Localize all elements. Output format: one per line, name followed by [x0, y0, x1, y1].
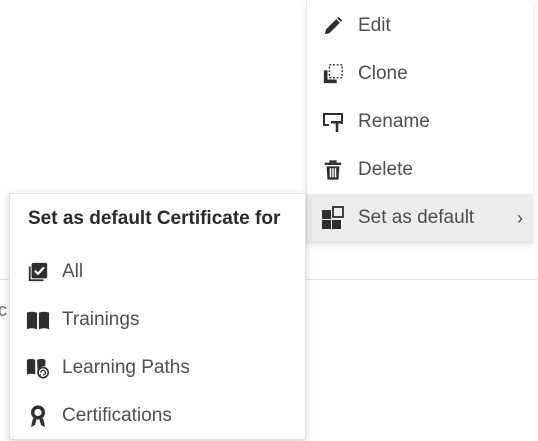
chevron-right-icon: ›	[517, 207, 523, 228]
submenu-title: Set as default Certificate for	[28, 208, 281, 229]
trash-icon	[321, 158, 345, 182]
checkbox-icon	[26, 260, 50, 284]
menu-item-label: Delete	[358, 159, 413, 180]
pencil-icon	[321, 14, 345, 38]
submenu-item-learning-paths[interactable]: Learning Paths	[10, 345, 305, 391]
menu-item-delete[interactable]: Delete	[307, 146, 533, 194]
book-icon	[26, 308, 50, 332]
submenu-item-label: All	[62, 261, 84, 282]
submenu-item-label: Learning Paths	[62, 357, 190, 378]
set-default-icon	[321, 206, 345, 230]
menu-item-clone[interactable]: Clone	[307, 50, 533, 98]
background-partial-text: c	[0, 300, 7, 320]
rename-icon	[321, 110, 345, 134]
menu-item-set-as-default[interactable]: Set as default ›	[307, 194, 533, 242]
clone-icon	[321, 62, 345, 86]
award-icon	[26, 404, 50, 428]
menu-item-label: Edit	[358, 15, 391, 36]
submenu-item-label: Trainings	[62, 309, 140, 330]
menu-item-label: Rename	[358, 111, 430, 132]
learning-path-icon	[26, 356, 50, 380]
menu-item-rename[interactable]: Rename	[307, 98, 533, 146]
menu-item-edit[interactable]: Edit	[307, 2, 533, 50]
submenu-item-all[interactable]: All	[10, 249, 305, 295]
context-menu: Edit Clone Rename Delete Set as default …	[306, 0, 533, 243]
submenu-item-label: Certifications	[62, 405, 172, 426]
submenu-item-trainings[interactable]: Trainings	[10, 297, 305, 343]
menu-item-label: Set as default	[358, 207, 475, 228]
menu-item-label: Clone	[358, 63, 408, 84]
submenu-item-certifications[interactable]: Certifications	[10, 393, 305, 439]
set-default-submenu: Set as default Certificate for All Train…	[9, 193, 306, 440]
